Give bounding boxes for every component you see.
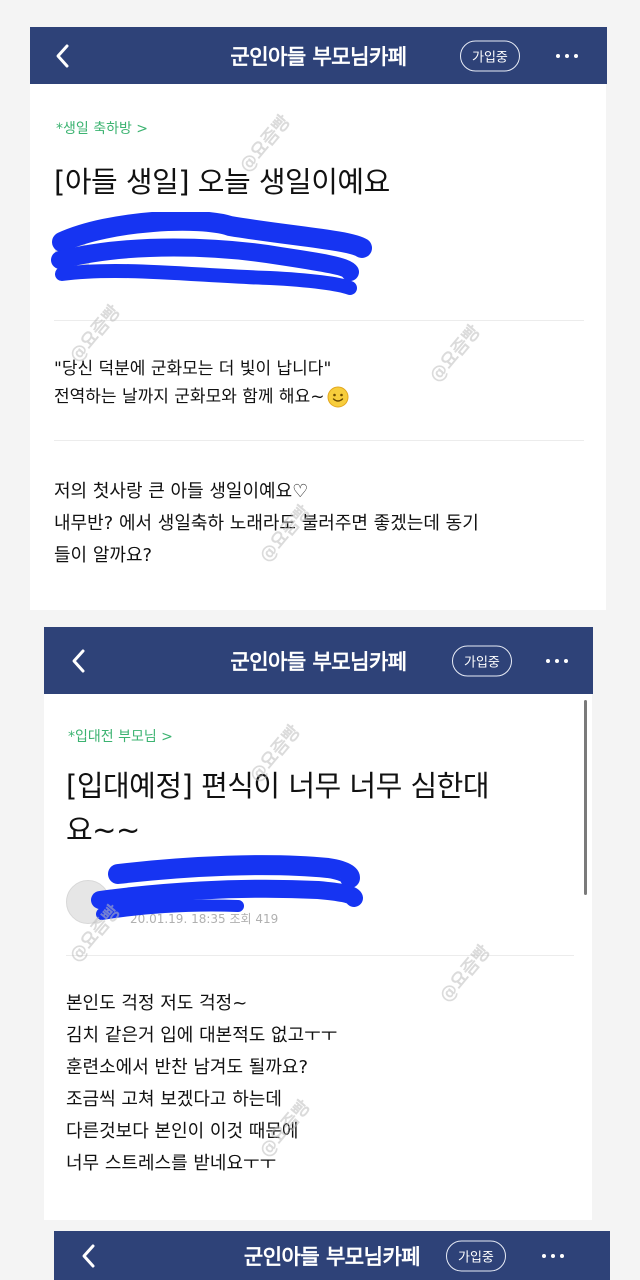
cafe-slogan: "당신 덕분에 군화모는 더 빛이 납니다" 전역하는 날까지 군화모와 함께 … (54, 355, 349, 411)
board-category-link[interactable]: *입대전 부모님 > (68, 726, 173, 746)
body-line: 저의 첫사랑 큰 아들 생일이예요♡ (54, 481, 309, 502)
author-redaction-scribble (91, 855, 363, 920)
joined-badge[interactable]: 가입중 (452, 645, 512, 676)
author-redaction-scribble (51, 212, 372, 295)
joined-badge[interactable]: 가입중 (460, 40, 520, 71)
divider (66, 955, 574, 956)
body-line: 훈련소에서 반찬 남겨도 될까요? (66, 1057, 308, 1078)
top-navbar-1: 군인아들 부모님카페 가입중 (30, 27, 607, 84)
divider (54, 320, 584, 321)
post-title: [입대예정] 편식이 너무 너무 심한대 요~~ (66, 769, 490, 847)
cafe-title: 군인아들 부모님카페 (230, 44, 407, 69)
joined-badge[interactable]: 가입중 (446, 1240, 506, 1271)
slogan-line: "당신 덕분에 군화모는 더 빛이 납니다" (54, 359, 332, 379)
top-navbar-3: 군인아들 부모님카페 가입중 (54, 1231, 610, 1280)
body-line: 본인도 걱정 저도 걱정~ (66, 993, 248, 1014)
slogan-line: 전역하는 날까지 군화모와 함께 해요~ (54, 383, 349, 411)
more-dots-icon[interactable] (542, 1253, 564, 1258)
post-title: [아들 생일] 오늘 생일이예요 (54, 165, 390, 199)
top-navbar-2: 군인아들 부모님카페 가입중 (44, 627, 593, 694)
smiley-emoji-icon (327, 386, 349, 408)
divider (54, 440, 584, 441)
cafe-title: 군인아들 부모님카페 (243, 1244, 421, 1269)
board-category-link[interactable]: *생일 축하방 > (56, 118, 148, 138)
body-line: 너무 스트레스를 받네요ㅜㅜ (66, 1153, 277, 1174)
more-dots-icon[interactable] (546, 658, 568, 663)
scrollbar[interactable] (584, 700, 587, 895)
more-dots-icon[interactable] (556, 53, 578, 58)
post-body: 본인도 걱정 저도 걱정~ 김치 같은거 입에 대본적도 없고ㅜㅜ 훈련소에서 … (66, 988, 337, 1180)
body-line: 김치 같은거 입에 대본적도 없고ㅜㅜ (66, 1025, 338, 1046)
